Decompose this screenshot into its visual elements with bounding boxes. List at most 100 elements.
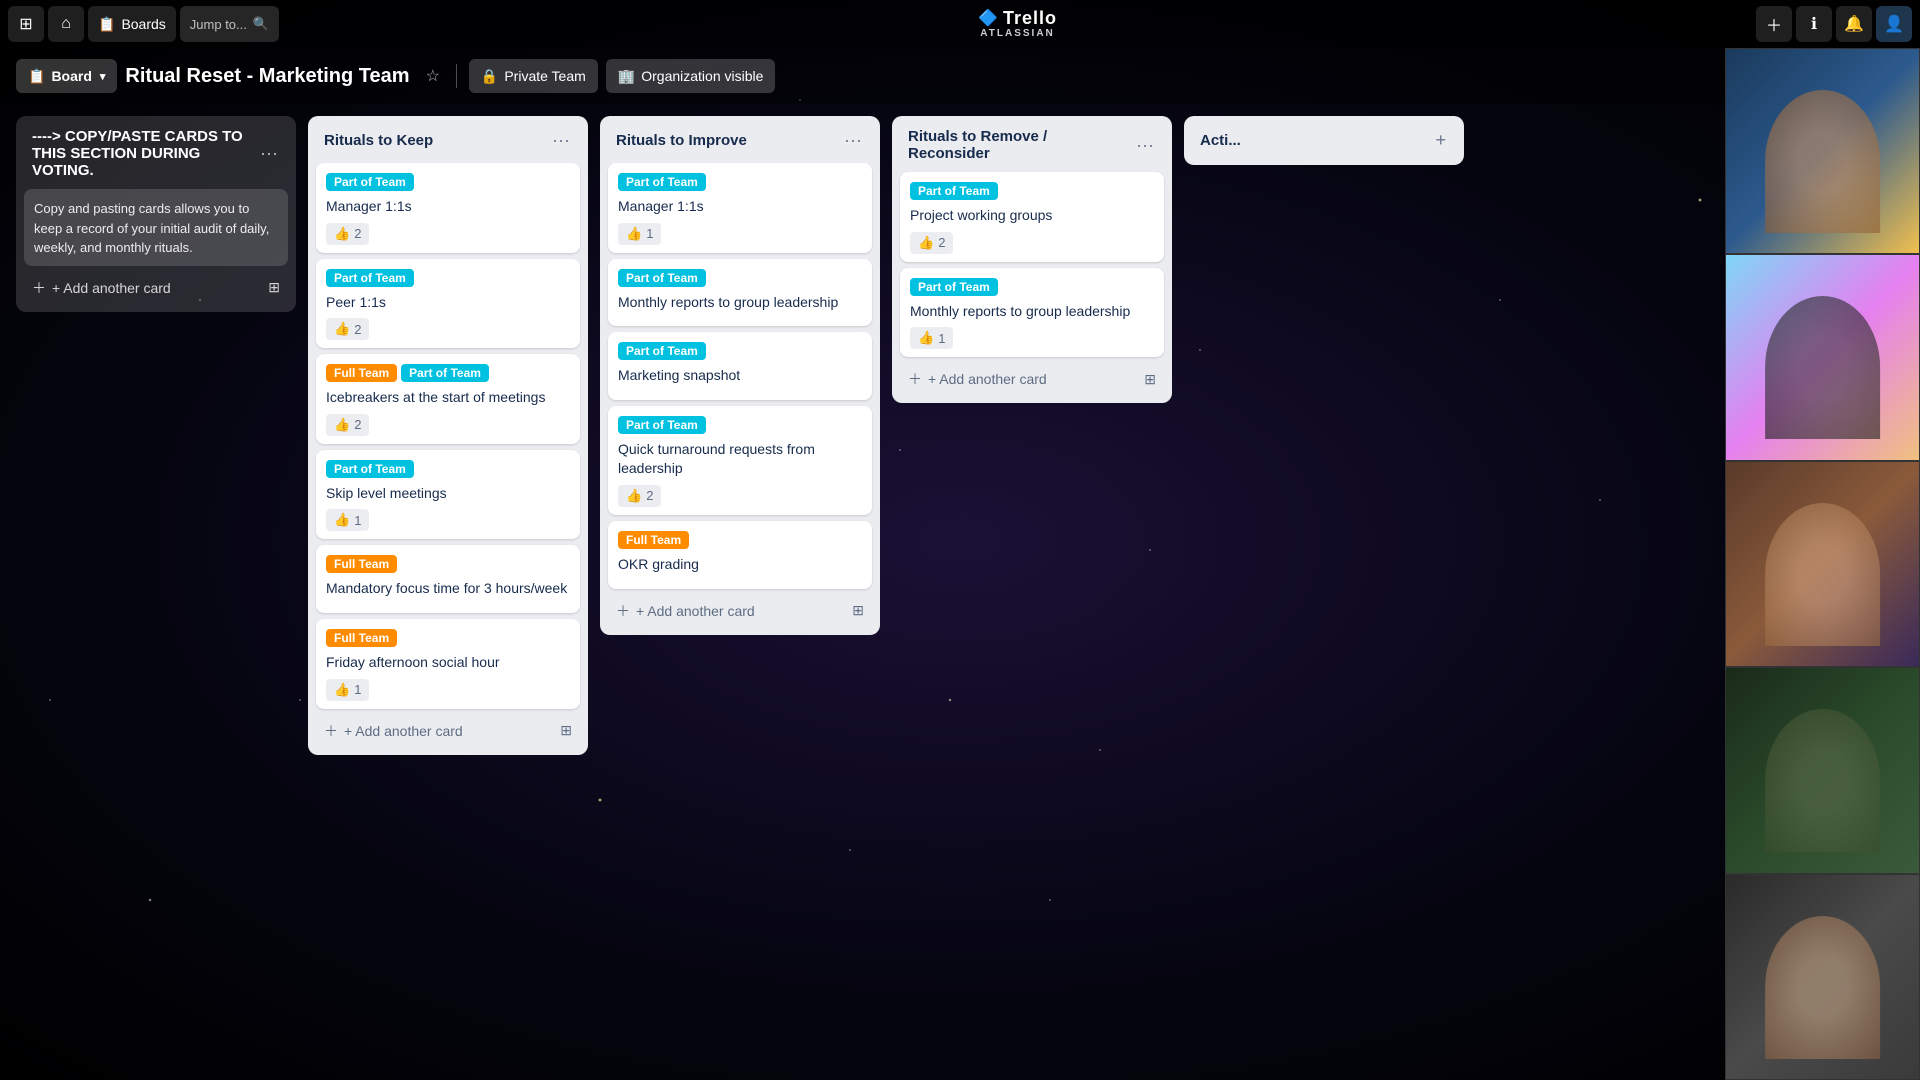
card-ri-4[interactable]: Part of TeamQuick turnaround requests fr… — [608, 406, 872, 515]
copy-icon-rituals-improve[interactable]: ⊞ — [852, 602, 864, 619]
label-orange-ri-5: Full Team — [618, 531, 689, 549]
like-count: 2 — [354, 417, 361, 432]
copy-icon-copy-paste[interactable]: ⊞ — [268, 279, 280, 296]
card-labels-ri-4: Part of Team — [618, 416, 862, 434]
boards-nav-button[interactable]: 📋 Boards — [88, 6, 176, 42]
like-button-rk-1[interactable]: 👍2 — [326, 223, 369, 245]
like-count: 1 — [354, 682, 361, 697]
card-labels-rk-1: Part of Team — [326, 173, 570, 191]
list-menu-btn-rituals-improve[interactable]: ··· — [838, 128, 868, 153]
boards-icon: 📋 — [98, 16, 115, 33]
org-visible-button[interactable]: 🏢 Organization visible — [606, 59, 776, 93]
card-ri-3[interactable]: Part of Team Marketing snapshot — [608, 332, 872, 400]
person-silhouette-5 — [1765, 916, 1881, 1059]
add-card-row-rituals-keep[interactable]: ＋ + Add another card ⊞ — [316, 715, 580, 747]
label-cyan-ri-3: Part of Team — [618, 342, 706, 360]
card-rr-1[interactable]: Part of TeamProject working groups👍2 — [900, 172, 1164, 262]
plus-icon-rituals-remove: ＋ — [908, 369, 922, 389]
card-footer-ri-4: 👍2 — [618, 485, 862, 507]
list-menu-btn-rituals-remove[interactable]: ··· — [1130, 133, 1160, 158]
card-cp-1[interactable]: Copy and pasting cards allows you to kee… — [24, 189, 288, 266]
card-rk-6[interactable]: Full TeamFriday afternoon social hour👍1 — [316, 619, 580, 709]
list-action: Acti...+ — [1184, 116, 1464, 165]
thumbs-up-icon: 👍 — [918, 235, 934, 251]
card-body-cp-1: Copy and pasting cards allows you to kee… — [34, 199, 278, 258]
board-view-button[interactable]: 📋 Board ▾ — [16, 59, 117, 93]
add-card-row-copy-paste[interactable]: ＋ + Add another card ⊞ — [24, 272, 288, 304]
person-silhouette-3 — [1765, 503, 1881, 646]
card-ri-5[interactable]: Full TeamOKR grading — [608, 521, 872, 589]
like-button-rr-2[interactable]: 👍1 — [910, 327, 953, 349]
trello-wordmark: Trello — [1003, 9, 1057, 29]
card-rk-1[interactable]: Part of TeamManager 1:1s👍2 — [316, 163, 580, 253]
list-add-btn-action[interactable]: + — [1429, 128, 1452, 153]
copy-icon-rituals-keep[interactable]: ⊞ — [560, 722, 572, 739]
search-box[interactable]: Jump to... 🔍 — [180, 6, 279, 42]
notification-button[interactable]: 🔔 — [1836, 6, 1872, 42]
add-icon: ＋ — [1766, 12, 1782, 36]
card-footer-rk-3: 👍2 — [326, 414, 570, 436]
like-count: 1 — [354, 513, 361, 528]
star-icon: ☆ — [426, 68, 440, 85]
card-title-ri-3: Marketing snapshot — [618, 366, 862, 386]
card-labels-rk-5: Full Team — [326, 555, 570, 573]
board-area: ----> COPY/PASTE CARDS TO THIS SECTION D… — [0, 104, 1920, 1080]
board-btn-label: Board — [51, 68, 91, 84]
thumbs-up-icon: 👍 — [334, 417, 350, 433]
like-button-ri-4[interactable]: 👍2 — [618, 485, 661, 507]
plus-icon-rituals-improve: ＋ — [616, 601, 630, 621]
list-copy-paste: ----> COPY/PASTE CARDS TO THIS SECTION D… — [16, 116, 296, 312]
card-footer-rr-2: 👍1 — [910, 327, 1154, 349]
add-card-left-rituals-improve: ＋ + Add another card — [616, 601, 755, 621]
home-button[interactable]: ⌂ — [48, 6, 84, 42]
avatar-icon: 👤 — [1884, 14, 1904, 34]
list-title-rituals-keep: Rituals to Keep — [324, 132, 546, 149]
label-cyan-rk-1: Part of Team — [326, 173, 414, 191]
add-card-label-rituals-keep: + Add another card — [344, 723, 463, 739]
trello-logo: 🔷 Trello ATLASSIAN — [283, 9, 1752, 40]
list-header-copy-paste: ----> COPY/PASTE CARDS TO THIS SECTION D… — [24, 124, 288, 183]
card-rk-4[interactable]: Part of TeamSkip level meetings👍1 — [316, 450, 580, 540]
search-label: Jump to... — [190, 17, 247, 32]
card-ri-2[interactable]: Part of TeamMonthly reports to group lea… — [608, 259, 872, 327]
add-card-left-rituals-remove: ＋ + Add another card — [908, 369, 1047, 389]
like-button-ri-1[interactable]: 👍1 — [618, 223, 661, 245]
label-cyan-rr-1: Part of Team — [910, 182, 998, 200]
board-title: Ritual Reset - Marketing Team — [125, 65, 409, 88]
like-button-rr-1[interactable]: 👍2 — [910, 232, 953, 254]
add-card-row-rituals-improve[interactable]: ＋ + Add another card ⊞ — [608, 595, 872, 627]
card-title-rk-4: Skip level meetings — [326, 484, 570, 504]
list-menu-btn-copy-paste[interactable]: ··· — [254, 141, 284, 166]
add-button[interactable]: ＋ — [1756, 6, 1792, 42]
add-card-row-rituals-remove[interactable]: ＋ + Add another card ⊞ — [900, 363, 1164, 395]
card-rk-5[interactable]: Full Team Mandatory focus time for 3 hour… — [316, 545, 580, 613]
video-cell-4 — [1725, 667, 1920, 873]
person-silhouette-4 — [1765, 709, 1881, 852]
like-button-rk-3[interactable]: 👍2 — [326, 414, 369, 436]
card-rk-2[interactable]: Part of TeamPeer 1:1s👍2 — [316, 259, 580, 349]
add-card-label-rituals-remove: + Add another card — [928, 371, 1047, 387]
card-title-rk-5: Mandatory focus time for 3 hours/week — [326, 579, 570, 599]
add-card-left-rituals-keep: ＋ + Add another card — [324, 721, 463, 741]
card-ri-1[interactable]: Part of TeamManager 1:1s👍1 — [608, 163, 872, 253]
copy-icon-rituals-remove[interactable]: ⊞ — [1144, 371, 1156, 388]
info-button[interactable]: ℹ — [1796, 6, 1832, 42]
thumbs-up-icon: 👍 — [334, 226, 350, 242]
add-card-left-copy-paste: ＋ + Add another card — [32, 278, 171, 298]
private-team-button[interactable]: 🔒 Private Team — [469, 59, 598, 93]
add-card-label-copy-paste: + Add another card — [52, 280, 171, 296]
like-count: 2 — [938, 235, 945, 250]
like-count: 2 — [354, 226, 361, 241]
like-button-rk-2[interactable]: 👍2 — [326, 318, 369, 340]
grid-icon-button[interactable]: ⊞ — [8, 6, 44, 42]
avatar-button[interactable]: 👤 — [1876, 6, 1912, 42]
card-labels-rr-1: Part of Team — [910, 182, 1154, 200]
list-menu-btn-rituals-keep[interactable]: ··· — [546, 128, 576, 153]
board-header: 📋 Board ▾ Ritual Reset - Marketing Team … — [0, 48, 1920, 104]
card-rk-3[interactable]: Full TeamPart of TeamIcebreakers at the … — [316, 354, 580, 444]
label-orange-rk-3: Full Team — [326, 364, 397, 382]
like-button-rk-6[interactable]: 👍1 — [326, 679, 369, 701]
star-button[interactable]: ☆ — [422, 62, 444, 90]
like-button-rk-4[interactable]: 👍1 — [326, 509, 369, 531]
card-rr-2[interactable]: Part of TeamMonthly reports to group lea… — [900, 268, 1164, 358]
